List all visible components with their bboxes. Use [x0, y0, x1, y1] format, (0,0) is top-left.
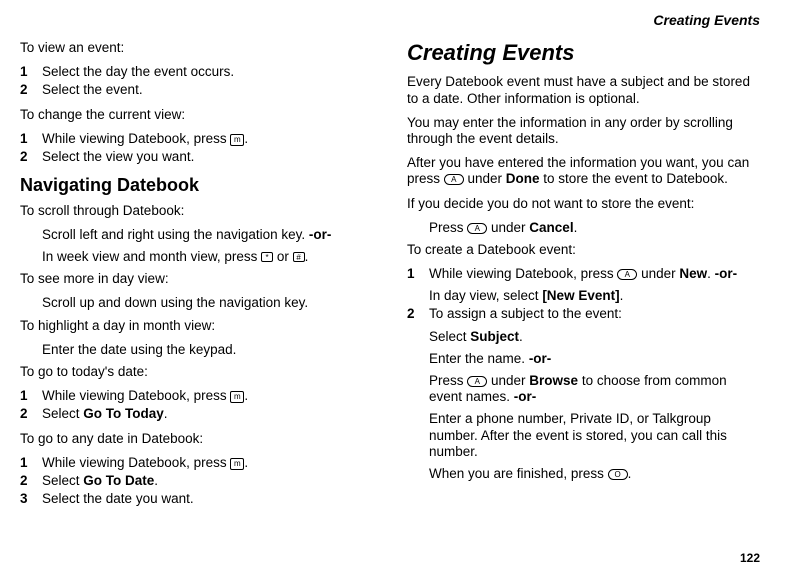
view-event-step-2: 2Select the event. [20, 82, 373, 98]
scroll-intro: To scroll through Datebook: [20, 203, 373, 219]
go-to-date: Go To Date [83, 473, 154, 488]
text: . [574, 220, 578, 235]
highlight-line: Enter the date using the keypad. [20, 342, 373, 358]
or-text: -or- [715, 266, 738, 281]
subject-label: Subject [470, 329, 519, 344]
creating-p3: After you have entered the information y… [407, 155, 760, 187]
text: Scroll left and right using the navigati… [42, 227, 309, 242]
content-columns: To view an event: 1Select the day the ev… [20, 40, 760, 543]
step-text: Select [42, 473, 83, 488]
or-text: -or- [529, 351, 552, 366]
text: . [519, 329, 523, 344]
step-text-tail: . [154, 473, 158, 488]
star-key-icon: * [261, 252, 273, 262]
any-date-step-3: 3Select the date you want. [20, 491, 373, 507]
scroll-line-1: Scroll left and right using the navigati… [20, 227, 373, 243]
done-label: Done [506, 171, 540, 186]
navigating-heading: Navigating Datebook [20, 175, 373, 197]
create-step-1: 1 While viewing Datebook, press A under … [407, 266, 760, 304]
step-text: Select the date you want. [42, 491, 194, 506]
text: under [464, 171, 506, 186]
text: While viewing Datebook, press [429, 266, 617, 281]
scroll-line-2: In week view and month view, press * or … [20, 249, 373, 265]
creating-p1: Every Datebook event must have a subject… [407, 74, 760, 106]
any-date-step-2: 2Select Go To Date. [20, 473, 373, 489]
step-text: While viewing Datebook, press [42, 131, 230, 146]
highlight-intro: To highlight a day in month view: [20, 318, 373, 334]
text: In day view, select [429, 288, 542, 303]
menu-key-icon: m [230, 134, 244, 146]
text: Enter the name. [429, 351, 529, 366]
today-step-1: 1While viewing Datebook, press m. [20, 388, 373, 404]
today-step-2: 2Select Go To Today. [20, 406, 373, 422]
step-text: Select the event. [42, 82, 143, 97]
text: under [487, 373, 529, 388]
cancel-label: Cancel [529, 220, 573, 235]
more-day-intro: To see more in day view: [20, 271, 373, 287]
soft-key-icon: A [467, 376, 487, 387]
or-text: -or- [514, 389, 537, 404]
view-event-intro: To view an event: [20, 40, 373, 56]
new-event-label: [New Event] [542, 288, 619, 303]
step-text: Select [42, 406, 83, 421]
menu-key-icon: m [230, 458, 244, 470]
text: under [487, 220, 529, 235]
new-label: New [679, 266, 707, 281]
step-text-tail: . [164, 406, 168, 421]
step-text: While viewing Datebook, press [42, 388, 230, 403]
creating-events-heading: Creating Events [407, 40, 760, 66]
or-text: -or- [309, 227, 332, 242]
today-intro: To go to today's date: [20, 364, 373, 380]
create-intro: To create a Datebook event: [407, 242, 760, 258]
soft-key-icon: A [617, 269, 637, 280]
any-date-intro: To go to any date in Datebook: [20, 431, 373, 447]
text: When you are finished, press [429, 466, 608, 481]
hash-key-icon: # [293, 252, 305, 262]
creating-p2: You may enter the information in any ord… [407, 115, 760, 147]
step-text-tail: . [244, 131, 248, 146]
soft-key-icon: A [444, 174, 464, 185]
menu-key-icon: m [230, 391, 244, 403]
step-text: While viewing Datebook, press [42, 455, 230, 470]
go-to-today: Go To Today [83, 406, 164, 421]
text: . [628, 466, 632, 481]
decide-line: Press A under Cancel. [407, 220, 760, 236]
text: Press [429, 373, 467, 388]
more-day-line: Scroll up and down using the navigation … [20, 295, 373, 311]
text: or [273, 249, 293, 264]
text: In week view and month view, press [42, 249, 261, 264]
text: under [637, 266, 679, 281]
step-text: Select the day the event occurs. [42, 64, 234, 79]
running-header: Creating Events [653, 12, 760, 29]
soft-key-icon: A [467, 223, 487, 234]
ok-key-icon: O [608, 469, 628, 480]
step-text: Select the view you want. [42, 149, 194, 164]
text: . [620, 288, 624, 303]
page-number: 122 [740, 551, 760, 565]
text: . [707, 266, 715, 281]
change-view-intro: To change the current view: [20, 107, 373, 123]
text: Enter a phone number, Private ID, or Tal… [429, 411, 727, 458]
decide-intro: If you decide you do not want to store t… [407, 196, 760, 212]
text: Press [429, 220, 467, 235]
change-view-step-2: 2Select the view you want. [20, 149, 373, 165]
browse-label: Browse [529, 373, 578, 388]
view-event-step-1: 1Select the day the event occurs. [20, 64, 373, 80]
any-date-step-1: 1While viewing Datebook, press m. [20, 455, 373, 471]
change-view-step-1: 1While viewing Datebook, press m. [20, 131, 373, 147]
step-text-tail: . [244, 388, 248, 403]
text: to store the event to Datebook. [540, 171, 728, 186]
text: Select [429, 329, 470, 344]
text: . [305, 249, 309, 264]
text: To assign a subject to the event: [429, 306, 622, 321]
create-step-2: 2 To assign a subject to the event: Sele… [407, 306, 760, 482]
step-text-tail: . [244, 455, 248, 470]
